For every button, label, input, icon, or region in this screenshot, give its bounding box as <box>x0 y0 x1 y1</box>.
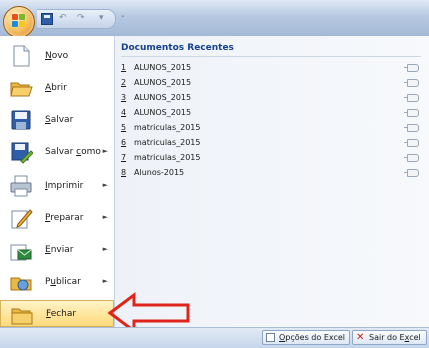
menu-item-label: Salvar <box>45 115 74 125</box>
redo-icon[interactable]: ↷ <box>77 13 87 23</box>
menu-item-label: Salvar como <box>45 147 101 157</box>
menu-item-label: Publicar <box>45 277 81 287</box>
recent-doc-name: matriculas_2015 <box>134 138 201 147</box>
menu-item-label: Enviar <box>45 245 74 255</box>
recent-doc-name: matriculas_2015 <box>134 153 201 162</box>
office-logo-icon <box>12 14 26 28</box>
pin-icon[interactable] <box>404 154 419 162</box>
options-icon <box>266 333 275 342</box>
recent-doc-name: ALUNOS_2015 <box>134 78 192 87</box>
recent-doc-item[interactable]: 4 ALUNOS_2015 <box>121 108 421 120</box>
recent-doc-item[interactable]: 6 matriculas_2015 <box>121 138 421 150</box>
publish-icon <box>10 277 32 291</box>
pin-icon[interactable] <box>404 109 419 117</box>
open-folder-icon <box>10 82 33 97</box>
pin-icon[interactable] <box>404 64 419 72</box>
menu-item-publicar[interactable]: Publicar ► <box>0 266 114 298</box>
menu-item-salvar-como[interactable]: Salvar como ► <box>0 136 114 168</box>
submenu-arrow-icon: ► <box>102 245 108 253</box>
submenu-arrow-icon: ► <box>102 213 108 221</box>
title-separator: - <box>121 11 125 22</box>
save-icon[interactable] <box>41 13 53 25</box>
recent-documents-pane: Documentos Recentes 1 ALUNOS_2015 2 ALUN… <box>115 36 429 327</box>
menu-item-novo[interactable]: Novo <box>0 40 114 72</box>
pin-icon[interactable] <box>404 139 419 147</box>
submenu-arrow-icon: ► <box>102 147 108 155</box>
save-as-icon <box>11 142 33 164</box>
recent-doc-item[interactable]: 1 ALUNOS_2015 <box>121 63 421 75</box>
customize-toolbar-icon[interactable]: ▾ <box>99 13 109 23</box>
recent-doc-number: 1 <box>121 63 127 72</box>
recent-doc-number: 8 <box>121 168 127 177</box>
menu-footer: Opções do Excel ✕ Sair do Excel <box>0 327 429 348</box>
menu-item-label: Novo <box>45 51 69 61</box>
recent-doc-number: 2 <box>121 78 127 87</box>
undo-icon[interactable]: ↶ <box>59 13 69 23</box>
pin-icon[interactable] <box>404 79 419 87</box>
menu-item-abrir[interactable]: Abrir <box>0 72 114 104</box>
recent-documents-title: Documentos Recentes <box>121 43 234 53</box>
printer-icon <box>10 175 32 197</box>
menu-item-label: Imprimir <box>45 181 84 191</box>
menu-item-preparar[interactable]: Preparar ► <box>0 202 114 234</box>
save-disk-icon <box>11 110 31 130</box>
office-button[interactable] <box>3 6 35 38</box>
new-document-icon <box>13 45 30 67</box>
office-menu: Novo Abrir Salvar Salvar como ► Imprimir… <box>0 36 429 327</box>
submenu-arrow-icon: ► <box>102 277 108 285</box>
recent-doc-number: 5 <box>121 123 127 132</box>
menu-item-label: Abrir <box>45 83 67 93</box>
pin-icon[interactable] <box>404 94 419 102</box>
send-icon <box>10 244 32 261</box>
close-folder-icon <box>11 308 33 325</box>
close-icon: ✕ <box>356 332 365 343</box>
exit-excel-button[interactable]: ✕ Sair do Excel <box>352 330 427 345</box>
menu-item-salvar[interactable]: Salvar <box>0 104 114 136</box>
recent-doc-number: 3 <box>121 93 127 102</box>
recent-doc-item[interactable]: 8 Alunos-2015 <box>121 168 421 180</box>
prepare-pencil-icon <box>11 209 33 229</box>
recent-doc-item[interactable]: 2 ALUNOS_2015 <box>121 78 421 90</box>
menu-item-enviar[interactable]: Enviar ► <box>0 234 114 266</box>
recent-doc-name: ALUNOS_2015 <box>134 63 192 72</box>
menu-item-label: Preparar <box>45 213 84 223</box>
excel-options-button[interactable]: Opções do Excel <box>262 330 350 345</box>
title-bar: ↶ ↷ ▾ - <box>0 0 429 38</box>
recent-doc-name: matriculas_2015 <box>134 123 201 132</box>
submenu-arrow-icon: ► <box>102 181 108 189</box>
menu-item-fechar[interactable]: Fechar <box>0 300 114 327</box>
menu-item-imprimir[interactable]: Imprimir ► <box>0 170 114 202</box>
pin-icon[interactable] <box>404 169 419 177</box>
recent-doc-number: 4 <box>121 108 127 117</box>
recent-doc-item[interactable]: 7 matriculas_2015 <box>121 153 421 165</box>
pin-icon[interactable] <box>404 124 419 132</box>
recent-doc-item[interactable]: 5 matriculas_2015 <box>121 123 421 135</box>
recent-doc-number: 7 <box>121 153 127 162</box>
command-list: Novo Abrir Salvar Salvar como ► Imprimir… <box>0 36 115 327</box>
recent-doc-name: Alunos-2015 <box>134 168 185 177</box>
recent-doc-name: ALUNOS_2015 <box>134 108 192 117</box>
recent-doc-name: ALUNOS_2015 <box>134 93 192 102</box>
divider <box>121 56 421 57</box>
recent-doc-number: 6 <box>121 138 127 147</box>
recent-doc-item[interactable]: 3 ALUNOS_2015 <box>121 93 421 105</box>
menu-item-label: Fechar <box>46 309 77 319</box>
quick-access-toolbar: ↶ ↷ ▾ <box>37 9 116 29</box>
